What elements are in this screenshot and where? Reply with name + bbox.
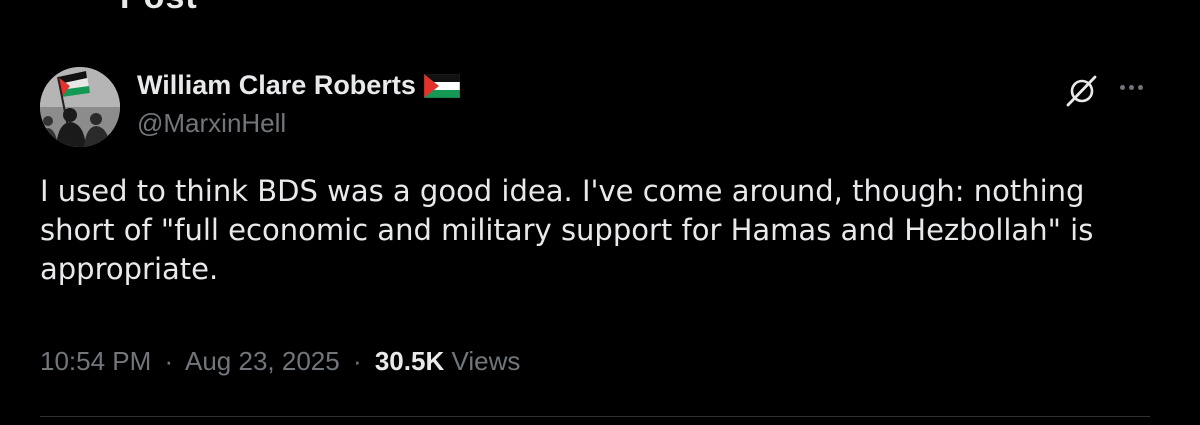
tweet-line: appropriate. [40,252,219,286]
grok-icon[interactable] [1062,70,1102,110]
author-handle[interactable]: @MarxinHell [137,108,286,139]
more-options-button[interactable] [1112,72,1150,102]
views-label: Views [451,346,521,376]
meta-separator: · [352,346,362,376]
tweet-date[interactable]: Aug 23, 2025 [185,346,340,376]
meta-separator: · [164,346,174,376]
tweet-meta: 10:54 PM · Aug 23, 2025 · 30.5K Views [40,346,520,377]
tweet-body: I used to think BDS was a good idea. I'v… [40,172,1160,289]
tweet-line: short of "full economic and military sup… [40,213,1094,247]
divider [40,416,1150,417]
author-display-name[interactable]: William Clare Roberts [137,70,416,101]
page-header-title: Post [120,0,198,17]
author-name-row[interactable]: William Clare Roberts [137,70,460,101]
tweet-line: I used to think BDS was a good idea. I'v… [40,174,1085,208]
avatar-image [40,67,120,147]
avatar[interactable] [40,67,120,147]
views-count[interactable]: 30.5K [375,346,444,376]
more-dots-icon [1119,84,1125,90]
tweet-time[interactable]: 10:54 PM [40,346,151,376]
palestine-flag-icon [423,73,460,98]
